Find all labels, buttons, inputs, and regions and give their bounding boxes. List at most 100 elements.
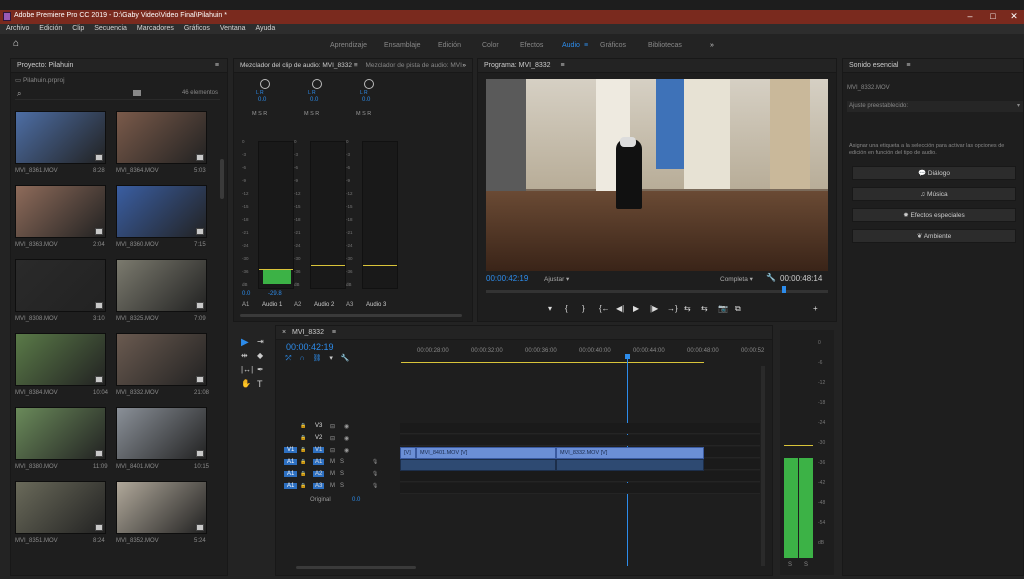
tab-audio[interactable]: Audio [562, 42, 580, 49]
settings-wrench-icon[interactable]: 🔧 [766, 273, 776, 282]
sync-lock-icon[interactable]: ⊟ [330, 447, 335, 454]
razor-tool-icon[interactable]: ◆ [257, 351, 263, 360]
clip-thumbnail[interactable] [15, 111, 106, 164]
mute-solo-buttons[interactable]: M S [330, 483, 344, 489]
menu-edicion[interactable]: Edición [39, 24, 62, 34]
program-timecode[interactable]: 00:00:42:19 [486, 274, 528, 283]
channel-fader[interactable] [310, 141, 346, 289]
sync-lock-icon[interactable]: ⊟ [330, 423, 335, 430]
microphone-icon[interactable]: 🎙 [372, 483, 378, 489]
track-header[interactable]: A1 🔒 A1 M S 🎙 [280, 459, 397, 470]
audio-clip[interactable] [556, 459, 704, 471]
timeline-timecode[interactable]: 00:00:42:19 [286, 342, 334, 352]
step-forward-icon[interactable]: |▶ [650, 304, 658, 313]
maximize-button[interactable]: □ [983, 11, 1003, 21]
meter-solo-left[interactable]: S [788, 562, 792, 568]
clip-level-value[interactable]: -29.8 [268, 291, 282, 297]
tab-aprendizaje[interactable]: Aprendizaje [330, 42, 367, 49]
menu-ventana[interactable]: Ventana [220, 24, 246, 34]
mute-solo-record-buttons[interactable]: M S R [356, 111, 371, 117]
lock-icon[interactable]: 🔒 [300, 471, 306, 477]
program-menu-icon[interactable]: ≡ [561, 62, 565, 69]
play-icon[interactable]: ▶ [633, 304, 639, 313]
work-area-bar[interactable] [401, 362, 704, 363]
clip-thumbnail[interactable] [116, 333, 207, 386]
menu-clip[interactable]: Clip [72, 24, 84, 34]
track-id[interactable]: A1 [313, 459, 325, 465]
home-icon[interactable]: ⌂ [13, 38, 19, 49]
nest-icon[interactable]: ⤱ [286, 355, 292, 362]
mute-solo-record-buttons[interactable]: M S R [304, 111, 319, 117]
tab-audio-menu-icon[interactable]: ≡ [584, 42, 588, 49]
project-menu-icon[interactable]: ≡ [215, 59, 219, 73]
program-video-frame[interactable] [486, 79, 828, 271]
close-window-button[interactable]: ✕ [1004, 11, 1024, 22]
fit-dropdown[interactable]: Ajustar ▾ [544, 275, 569, 283]
master-track-header[interactable]: Original 0.0 [280, 497, 397, 508]
meter-solo-right[interactable]: S [804, 562, 808, 568]
pan-knob-icon[interactable] [260, 79, 270, 89]
track-header[interactable]: 🔒 V3 ⊟ ◉ [280, 423, 397, 434]
track-select-tool-icon[interactable]: ⇥ [257, 337, 264, 346]
track-id[interactable]: V1 [313, 447, 325, 453]
type-tool-icon[interactable]: T [257, 379, 263, 389]
source-patch[interactable]: A1 [284, 471, 298, 477]
tab-audio-clip-mixer[interactable]: Mezclador del clip de audio: MVI_8332 [240, 62, 352, 69]
go-to-in-icon[interactable]: {← [599, 304, 610, 313]
tab-color[interactable]: Color [482, 42, 499, 49]
more-workspaces-icon[interactable]: » [710, 42, 714, 49]
step-back-icon[interactable]: ◀| [616, 304, 624, 313]
tab-edicion[interactable]: Edición [438, 42, 461, 49]
tab-graficos[interactable]: Gráficos [600, 42, 626, 49]
clip-thumbnail[interactable] [116, 481, 207, 534]
menu-archivo[interactable]: Archivo [6, 24, 29, 34]
channel-fader[interactable] [258, 141, 294, 289]
search-input[interactable] [27, 89, 127, 99]
pan-value[interactable]: 0.0 [362, 97, 370, 103]
track-lane[interactable] [400, 423, 760, 434]
track-id[interactable]: V2 [313, 435, 324, 441]
video-clip[interactable]: MVI_8332.MOV [V] [556, 447, 704, 459]
track-lane[interactable] [400, 483, 760, 494]
audio-type-button[interactable]: ❦ Ambiente [852, 229, 1016, 243]
video-clip[interactable]: [V] [400, 447, 416, 459]
channel-name[interactable]: Audio 1 [262, 302, 282, 308]
sync-lock-icon[interactable]: ⊟ [330, 435, 335, 442]
clip-thumbnail[interactable] [15, 333, 106, 386]
video-clip[interactable]: MVI_8401.MOV [V] [416, 447, 556, 459]
snap-icon[interactable]: ∩ [300, 355, 305, 362]
ripple-edit-tool-icon[interactable]: ⇹ [241, 351, 248, 360]
master-value[interactable]: 0.0 [352, 497, 360, 503]
clip-thumbnail[interactable] [15, 259, 106, 312]
timeline-vscroll[interactable] [761, 366, 765, 566]
program-playhead[interactable] [782, 286, 786, 293]
pan-knob-icon[interactable] [364, 79, 374, 89]
new-bin-icon[interactable] [133, 90, 141, 96]
source-patch[interactable]: A1 [284, 459, 298, 465]
lock-icon[interactable]: 🔒 [300, 435, 306, 441]
clip-thumbnail[interactable] [15, 185, 106, 238]
program-scrub-bar[interactable] [486, 290, 828, 293]
eye-icon[interactable]: ◉ [344, 423, 349, 430]
track-id[interactable]: A2 [313, 471, 325, 477]
clip-thumbnail[interactable] [116, 259, 207, 312]
eye-icon[interactable]: ◉ [344, 435, 349, 442]
mixer-more-icon[interactable]: » [462, 59, 466, 73]
tab-ensamblaje[interactable]: Ensamblaje [384, 42, 421, 49]
go-to-out-icon[interactable]: →} [667, 304, 678, 313]
lock-icon[interactable]: 🔒 [300, 423, 306, 429]
selection-tool-icon[interactable]: ▶ [241, 337, 249, 348]
lock-icon[interactable]: 🔒 [300, 483, 306, 489]
mark-in-icon[interactable]: { [565, 304, 568, 313]
pen-tool-icon[interactable]: ✒ [257, 365, 264, 374]
menu-secuencia[interactable]: Secuencia [94, 24, 127, 34]
audio-clip[interactable] [400, 459, 556, 471]
minimize-button[interactable]: – [960, 11, 980, 21]
add-button-icon[interactable]: + [813, 304, 818, 313]
channel-name[interactable]: Audio 2 [314, 302, 334, 308]
essential-menu-icon[interactable]: ≡ [906, 62, 910, 69]
clip-thumbnail[interactable] [116, 185, 207, 238]
add-marker-icon[interactable]: ▾ [329, 355, 333, 362]
eye-icon[interactable]: ◉ [344, 447, 349, 454]
menu-marcadores[interactable]: Marcadores [137, 24, 174, 34]
